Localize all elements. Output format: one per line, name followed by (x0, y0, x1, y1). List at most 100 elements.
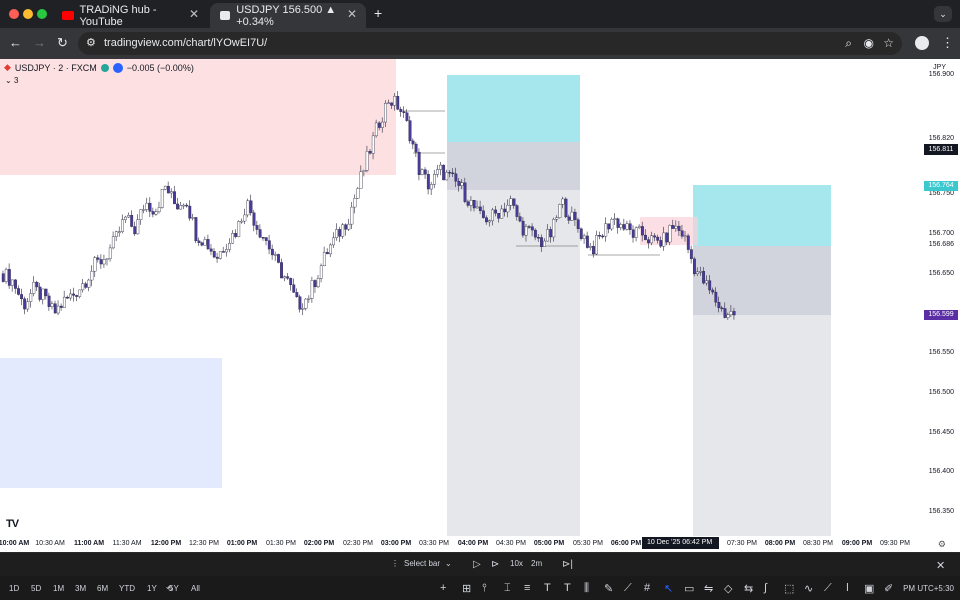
candle-body[interactable] (203, 239, 207, 246)
candle-body[interactable] (47, 295, 51, 307)
candle-body[interactable] (463, 182, 467, 202)
candle-body[interactable] (145, 202, 149, 210)
candle-body[interactable] (356, 188, 360, 199)
candle-body[interactable] (93, 257, 97, 272)
candle-body[interactable] (286, 276, 290, 279)
candle-body[interactable] (50, 303, 54, 307)
candle-body[interactable] (148, 202, 152, 212)
candle-body[interactable] (659, 240, 663, 247)
candle-body[interactable] (518, 216, 522, 222)
candle-body[interactable] (503, 208, 507, 213)
interval-button[interactable]: 2m (531, 559, 542, 568)
reload-icon[interactable]: ↻ (57, 35, 68, 51)
candle-body[interactable] (445, 171, 449, 181)
back-icon[interactable]: ← (9, 35, 22, 50)
candle-body[interactable] (429, 184, 433, 190)
candle-body[interactable] (344, 224, 348, 230)
candle-body[interactable] (668, 225, 672, 243)
candle-body[interactable] (267, 240, 271, 250)
tab-search-button[interactable]: ⌄ (934, 6, 952, 22)
eye-icon[interactable]: ◉ (864, 36, 874, 50)
candle-body[interactable] (231, 233, 235, 244)
candle-body[interactable] (332, 237, 335, 246)
candle-body[interactable] (561, 198, 565, 205)
candle-body[interactable] (130, 215, 134, 227)
candle-body[interactable] (411, 140, 415, 145)
forward-icon[interactable]: → (33, 35, 46, 50)
candle-body[interactable] (139, 209, 143, 220)
candle-body[interactable] (322, 252, 326, 267)
candle-body[interactable] (689, 249, 693, 260)
candle-body[interactable] (732, 311, 736, 316)
candle-body[interactable] (604, 223, 608, 237)
candle-body[interactable] (708, 280, 712, 291)
candle-body[interactable] (304, 298, 308, 309)
candle-body[interactable] (533, 229, 537, 238)
text-t-icon[interactable]: T (564, 582, 571, 594)
new-tab-button[interactable]: + (374, 5, 382, 21)
demand-zone[interactable] (0, 358, 222, 488)
candle-body[interactable] (237, 221, 241, 237)
candle-body[interactable] (631, 229, 635, 238)
candle-body[interactable] (454, 173, 458, 182)
candle-body[interactable] (371, 135, 375, 154)
candle-body[interactable] (451, 172, 455, 175)
candle-body[interactable] (637, 226, 641, 228)
candle-body[interactable] (215, 256, 219, 259)
candle-body[interactable] (163, 185, 167, 190)
candle-body[interactable] (252, 212, 256, 226)
candle-body[interactable] (62, 296, 66, 308)
candle-body[interactable] (280, 262, 283, 279)
candle-body[interactable] (524, 226, 528, 236)
chart-pane[interactable]: ◆ USDJPY · 2 · FXCM −0.005 (−0.00%) ⌄ 3 … (0, 59, 960, 552)
candle-body[interactable] (32, 281, 36, 294)
lines-icon[interactable]: ≡ (524, 582, 530, 594)
candle-body[interactable] (105, 258, 109, 260)
candle-body[interactable] (69, 293, 72, 299)
candle-body[interactable] (14, 279, 17, 289)
tab-youtube[interactable]: TRADiNG hub - YouTube ✕ (52, 3, 208, 28)
url-text[interactable]: tradingview.com/chart/lYOwEI7U/ (104, 37, 267, 49)
candle-body[interactable] (607, 223, 611, 230)
profile-avatar[interactable] (915, 36, 929, 50)
candle-body[interactable] (35, 281, 39, 288)
timezone-label[interactable]: PM UTC+5:30 (903, 584, 954, 593)
candle-body[interactable] (521, 220, 525, 236)
candle-body[interactable] (66, 296, 69, 299)
candle-body[interactable] (273, 254, 277, 256)
maximize-window-button[interactable] (37, 9, 47, 19)
brush-icon[interactable]: ✎ (604, 582, 613, 595)
jump-to-realtime-icon[interactable]: ⊳| (562, 559, 573, 570)
candle-body[interactable] (640, 226, 644, 236)
bookmark-star-icon[interactable]: ☆ (883, 36, 894, 50)
candle-body[interactable] (680, 230, 684, 237)
candle-body[interactable] (374, 122, 378, 137)
candle-body[interactable] (466, 201, 470, 206)
candle-body[interactable] (289, 278, 293, 285)
candle-body[interactable] (653, 235, 657, 238)
candle-body[interactable] (313, 280, 317, 288)
cursor-icon[interactable]: ↖ (664, 582, 673, 595)
candle-body[interactable] (38, 286, 42, 300)
candle-body[interactable] (121, 219, 124, 232)
minimize-window-button[interactable] (23, 9, 33, 19)
candle-body[interactable] (258, 229, 262, 238)
candle-body[interactable] (726, 314, 730, 318)
candle-body[interactable] (402, 111, 406, 113)
candle-body[interactable] (310, 280, 314, 299)
candle-body[interactable] (44, 288, 48, 297)
candle-body[interactable] (616, 218, 620, 228)
candle-body[interactable] (154, 211, 158, 215)
candle-body[interactable] (277, 254, 280, 263)
candle-body[interactable] (124, 216, 127, 220)
range-button-1m[interactable]: 1M (53, 584, 64, 593)
candle-body[interactable] (218, 251, 222, 259)
pitchfork-icon[interactable]: ⫯ (482, 582, 487, 595)
candle-body[interactable] (118, 231, 121, 233)
comment-icon[interactable]: ▭ (684, 582, 694, 595)
candle-body[interactable] (674, 225, 678, 229)
candle-body[interactable] (17, 288, 20, 295)
candle-body[interactable] (481, 210, 485, 218)
candle-body[interactable] (151, 211, 155, 215)
candle-body[interactable] (573, 211, 577, 220)
